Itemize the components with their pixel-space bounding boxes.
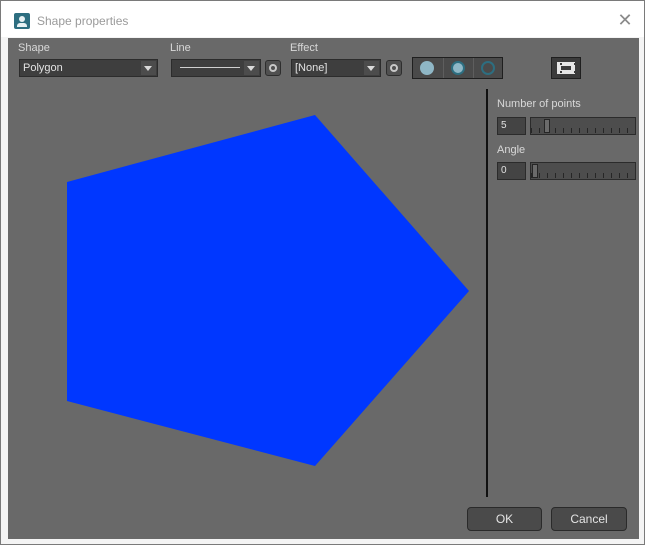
slider-thumb[interactable]	[532, 164, 538, 178]
window-title: Shape properties	[37, 14, 129, 28]
polygon-shape	[67, 115, 469, 466]
panel-divider	[486, 89, 488, 497]
close-button[interactable]: ✕	[614, 9, 636, 31]
number-of-points-input[interactable]: 5	[497, 117, 526, 135]
film-icon	[557, 62, 576, 74]
close-icon: ✕	[617, 10, 633, 30]
background-button[interactable]	[551, 57, 581, 79]
title-bar: Shape properties ✕	[1, 1, 644, 37]
shape-properties-dialog: Shape properties ✕ Shape Polygon Line Ef…	[0, 0, 645, 545]
ok-button[interactable]: OK	[467, 507, 542, 531]
angle-slider[interactable]	[530, 162, 636, 180]
app-icon	[14, 13, 30, 29]
slider-ticks	[531, 173, 635, 178]
cancel-button[interactable]: Cancel	[551, 507, 627, 531]
angle-label: Angle	[497, 144, 526, 156]
number-of-points-label: Number of points	[497, 98, 581, 110]
angle-input[interactable]: 0	[497, 162, 526, 180]
dialog-body: Shape Polygon Line Effect [None] Number …	[8, 38, 639, 539]
shape-preview	[67, 115, 469, 466]
slider-thumb[interactable]	[544, 119, 551, 133]
number-of-points-slider[interactable]	[530, 117, 636, 135]
